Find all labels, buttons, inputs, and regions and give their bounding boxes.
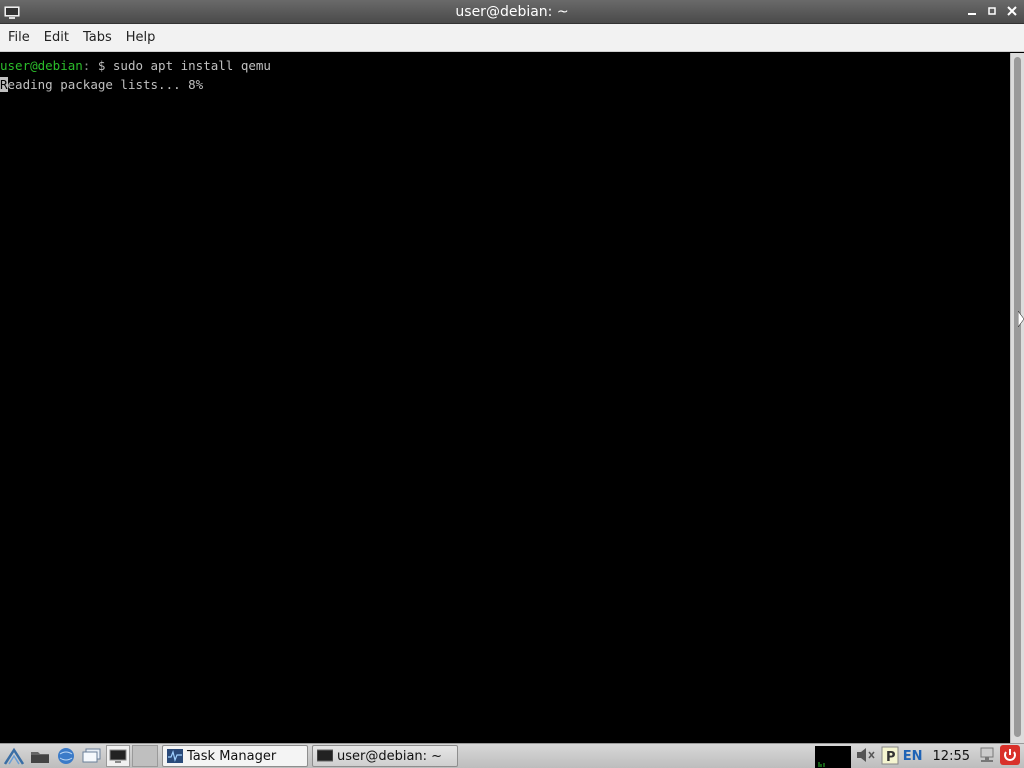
keyboard-layout-indicator[interactable]: EN — [903, 749, 923, 764]
menu-help[interactable]: Help — [120, 24, 162, 52]
clock[interactable]: 12:55 — [933, 749, 970, 764]
system-tray: P EN 12:55 — [811, 744, 1024, 768]
minimize-button[interactable] — [964, 3, 980, 19]
desktop-pager-icon[interactable] — [132, 745, 158, 767]
terminal-task-icon — [317, 749, 333, 762]
prompt-user: user@debian — [0, 58, 83, 73]
web-browser-icon[interactable] — [54, 745, 78, 767]
power-icon[interactable] — [1000, 744, 1020, 768]
window-title: user@debian: ~ — [455, 3, 569, 20]
show-desktop-icon[interactable] — [80, 745, 104, 767]
clipboard-manager-icon[interactable]: P — [881, 745, 899, 768]
start-menu-icon[interactable] — [2, 745, 26, 767]
output-line: Reading package lists... 8% — [0, 75, 1010, 94]
terminal-task-label: user@debian: ~ — [337, 748, 443, 764]
network-icon[interactable] — [978, 746, 996, 768]
menu-tabs[interactable]: Tabs — [77, 24, 118, 52]
volume-icon[interactable] — [855, 747, 877, 767]
menu-bar: File Edit Tabs Help — [0, 24, 1024, 52]
text-cursor: R — [0, 77, 8, 92]
taskbar-item-task-manager[interactable]: Task Manager — [162, 745, 308, 767]
task-manager-icon — [167, 749, 183, 763]
terminal-app-icon — [4, 4, 20, 20]
menu-edit[interactable]: Edit — [38, 24, 75, 52]
window-title-bar[interactable]: user@debian: ~ — [0, 0, 1024, 24]
taskbar-item-terminal[interactable]: user@debian: ~ — [312, 745, 458, 767]
maximize-button[interactable] — [984, 3, 1000, 19]
close-button[interactable] — [1004, 3, 1020, 19]
svg-text:P: P — [886, 750, 896, 765]
prompt-command: $ sudo apt install qemu — [90, 58, 271, 73]
taskbar: Task Manager user@debian: ~ P EN 12:55 — [0, 743, 1024, 768]
task-manager-label: Task Manager — [187, 748, 277, 764]
file-manager-icon[interactable] — [28, 745, 52, 767]
command-line: user@debian: $ sudo apt install qemu — [0, 56, 1010, 75]
output-text: eading package lists... 8% — [7, 77, 204, 92]
terminal-output[interactable]: user@debian: $ sudo apt install qemu Rea… — [0, 53, 1010, 743]
scrollbar-thumb[interactable] — [1014, 57, 1021, 737]
terminal-launcher-icon[interactable] — [106, 745, 130, 767]
terminal-scrollbar[interactable] — [1010, 53, 1024, 743]
menu-file[interactable]: File — [2, 24, 36, 52]
mouse-pointer-icon — [1017, 310, 1024, 328]
cpu-monitor-graph — [814, 745, 851, 768]
